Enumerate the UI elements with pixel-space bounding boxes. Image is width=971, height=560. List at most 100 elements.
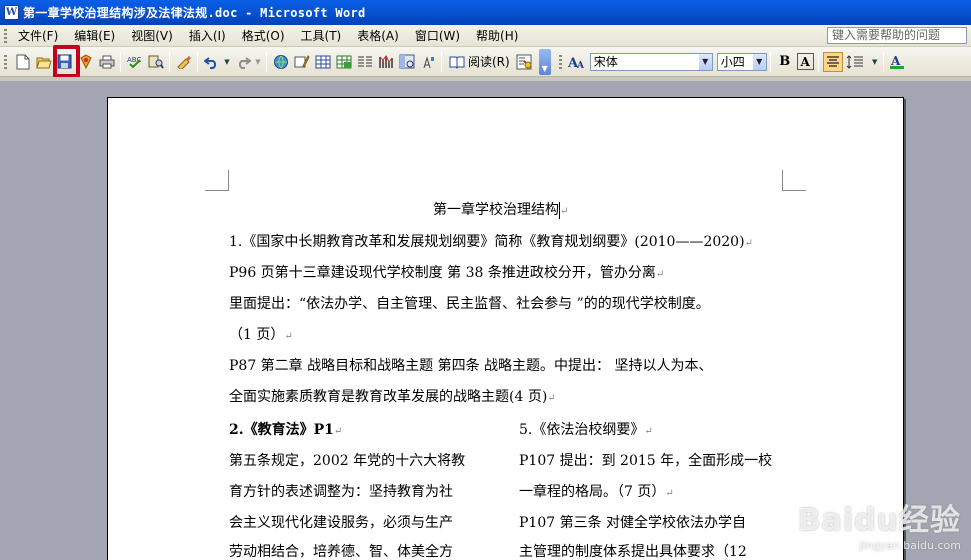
research-pane-icon[interactable] [515,52,534,72]
toolbar-separator [769,51,771,72]
right-column-line[interactable]: P107 提出：到 2015 年，全面形成一校 [519,452,772,470]
menu-grip-handle[interactable] [4,28,7,43]
window-title: 第一章学校治理结构涉及法律法规.doc - Microsoft Word [23,6,366,20]
undo-icon[interactable] [202,52,221,72]
left-column-heading[interactable]: 2.《教育法》P1↵ [229,421,342,441]
crop-mark-top-right [782,170,806,191]
doc-line[interactable]: （1 页）↵ [229,326,293,346]
font-name-value: 宋体 [593,55,618,69]
doc-line-text: （1 页） [229,327,285,343]
doc-line[interactable]: 1.《国家中长期教育改革和发展规划纲要》简称《教育规划纲要》(2010——202… [229,233,753,253]
font-name-dropdown-icon[interactable]: ▼ [698,53,712,70]
char-border-button[interactable]: A [796,53,814,70]
doc-line[interactable]: 里面提出：“依法办学、自主管理、民主监督、社会参与 ”的的现代学校制度。 [229,295,710,313]
bold-button[interactable]: B [775,52,795,72]
right-column-line[interactable]: 一章程的格局。（7 页）↵ [519,483,674,503]
word-app-icon[interactable]: W [4,5,19,20]
menu-table[interactable]: 表格(A) [351,26,405,46]
doc-line[interactable]: P87 第二章 战略目标和战略主题 第四条 战略主题。中提出： 坚持以人为本、 [229,357,712,375]
left-column-line[interactable]: 劳动相结合，培养德、智、体美全方 [229,543,453,560]
doc-title[interactable]: 第一章学校治理结构↵ [433,201,568,221]
right-column-line-text: P107 第三条 对健全学校依法办学自 [519,515,747,531]
document-map-icon[interactable] [397,52,416,72]
font-name-select[interactable]: 宋体 ▼ [589,52,713,71]
menu-help[interactable]: 帮助(H) [470,26,524,46]
new-icon[interactable] [13,52,32,72]
right-column-line-text: 一章程的格局。（7 页） [519,484,666,500]
redo-icon[interactable] [233,52,252,72]
menu-bar: 文件(F) 编辑(E) 视图(V) 插入(I) 格式(O) 工具(T) 表格(A… [0,25,971,47]
redo-dropdown-icon[interactable]: ▼ [254,52,262,72]
research-icon[interactable] [146,52,165,72]
insert-excel-icon[interactable] [334,52,353,72]
line-spacing-dropdown-icon[interactable]: ▼ [871,52,879,72]
menu-edit[interactable]: 编辑(E) [68,26,121,46]
right-column-line[interactable]: P107 第三条 对健全学校依法办学自 [519,514,746,532]
svg-text:A: A [576,61,585,70]
read-mode-label: 阅读(R) [468,55,510,69]
doc-line-text: P87 第二章 战略目标和战略主题 第四条 战略主题。中提出： 坚持以人为本、 [229,358,713,374]
title-bar: W 第一章学校治理结构涉及法律法规.doc - Microsoft Word [0,0,971,25]
font-size-select[interactable]: 小四 ▼ [716,52,767,71]
left-column-line[interactable]: 育方针的表述调整为：坚持教育为社 [229,483,453,501]
right-column-heading[interactable]: 5.《依法治校纲要》↵ [519,421,653,441]
font-color-icon[interactable]: A [888,52,907,72]
standard-format-toolbar: ABC ▼ ▼ 阅读(R) ▼ A A 宋体 ▼ 小四 ▼ B A ▼ A [0,47,971,77]
columns-icon[interactable] [355,52,374,72]
doc-line-text: P96 页第十三章建设现代学校制度 第 38 条推进政校分开，管办分离 [229,265,656,281]
doc-line[interactable]: 全面实施素质教育是教育改革发展的战略主题(4 页)↵ [229,388,556,408]
align-center-icon [826,55,839,67]
ruler-strip [0,77,971,81]
format-toolbar-grip-handle[interactable] [558,54,562,69]
right-column-line[interactable]: 主管理的制度体系提出具体要求（12 [519,543,747,560]
tables-borders-icon[interactable] [292,52,311,72]
baidu-jingyan-watermark: Baidu经验 jingyan.baidu.com [798,495,961,552]
watermark-url: jingyan.baidu.com [859,539,961,552]
read-mode-button[interactable]: 阅读(R) [445,52,514,72]
undo-dropdown-icon[interactable]: ▼ [223,52,231,72]
font-size-dropdown-icon[interactable]: ▼ [752,53,766,70]
toolbar-separator [169,51,170,72]
hyperlink-icon[interactable] [271,52,290,72]
drawing-icon[interactable] [376,52,395,72]
right-column-line-text: P107 提出：到 2015 年，全面形成一校 [519,453,773,469]
crop-mark-top-left [205,170,229,191]
right-column-line-text: 主管理的制度体系提出具体要求（12 [519,544,747,560]
spelling-icon[interactable]: ABC [125,52,144,72]
paragraph-mark-icon: ↵ [655,269,665,280]
left-column-line-text: 育方针的表述调整为：坚持教育为社 [229,484,453,500]
read-icon [449,56,465,69]
toolbar-grip-handle[interactable] [4,54,7,69]
menu-view[interactable]: 视图(V) [125,26,179,46]
menu-window[interactable]: 窗口(W) [409,26,466,46]
menu-tools[interactable]: 工具(T) [295,26,348,46]
menu-file[interactable]: 文件(F) [12,26,64,46]
toolbar-separator [441,51,442,72]
left-column-line-text: 第五条规定，2002 年党的十六大将教 [229,453,466,469]
open-icon[interactable] [34,52,53,72]
font-size-value: 小四 [720,55,745,69]
doc-line[interactable]: P96 页第十三章建设现代学校制度 第 38 条推进政校分开，管办分离↵ [229,264,664,284]
left-column-line[interactable]: 第五条规定，2002 年党的十六大将教 [229,452,465,470]
line-spacing-icon[interactable] [845,52,869,72]
menu-format[interactable]: 格式(O) [236,26,291,46]
paragraph-mark-icon: ↵ [547,393,556,404]
left-column-line[interactable]: 会主义现代化建设服务，必须与生产 [229,514,453,532]
paragraph-mark-icon: ↵ [333,426,343,437]
toolbar-options-chevron[interactable]: ▼ [538,48,551,75]
menu-insert[interactable]: 插入(I) [183,26,232,46]
toolbar-separator [120,51,121,72]
document-page[interactable] [107,97,904,560]
align-center-button[interactable] [822,51,843,72]
show-hide-icon[interactable] [418,52,437,72]
help-question-input[interactable]: 键入需要帮助的问题 [827,27,967,44]
doc-line-text: 里面提出：“依法办学、自主管理、民主监督、社会参与 ”的的现代学校制度。 [229,296,710,312]
paragraph-mark-icon: ↵ [665,488,674,499]
styles-icon[interactable]: AA [568,52,587,72]
print-icon[interactable] [97,52,116,72]
svg-text:A: A [890,54,901,68]
paragraph-mark-icon: ↵ [284,331,293,342]
paragraph-mark-icon: ↵ [744,238,753,249]
insert-table-icon[interactable] [313,52,332,72]
format-painter-icon[interactable] [174,52,193,72]
